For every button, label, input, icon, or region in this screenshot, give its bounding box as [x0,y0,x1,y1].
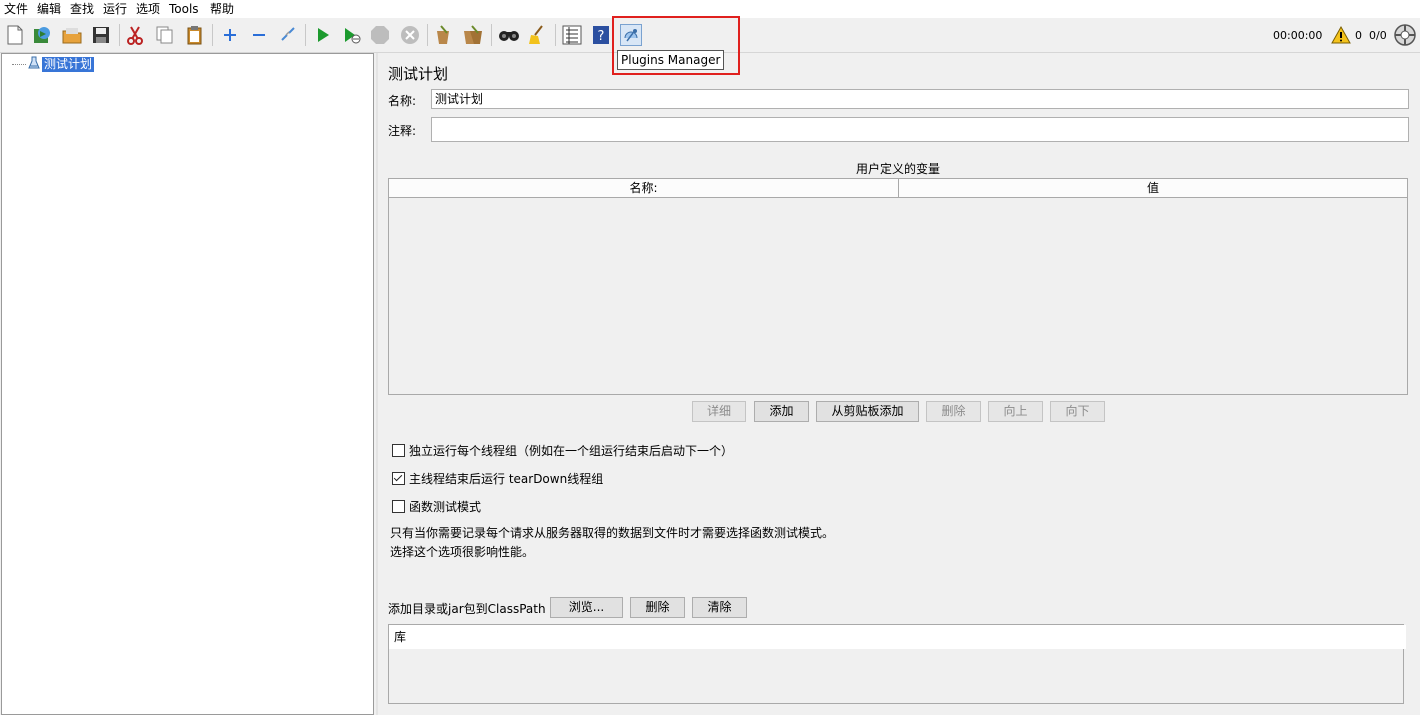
tree-node-test-plan[interactable]: 测试计划 [12,56,95,73]
expand-icon[interactable] [219,24,241,46]
svg-text:?: ? [598,29,605,44]
classpath-delete-button[interactable]: 删除 [630,597,685,618]
delete-variable-button[interactable]: 删除 [926,401,981,422]
add-button[interactable]: 添加 [754,401,809,422]
menu-file[interactable]: 文件 [4,1,28,17]
menu-tools[interactable]: Tools [169,1,199,17]
clear-icon[interactable] [432,24,454,46]
panel-title: 测试计划 [388,65,449,83]
remote-status-icon [1394,24,1416,46]
move-up-button[interactable]: 向上 [988,401,1043,422]
collapse-icon[interactable] [248,24,270,46]
detail-button[interactable]: 详细 [692,401,746,422]
save-icon[interactable] [90,24,112,46]
comment-label: 注释: [388,124,417,138]
start-no-pause-icon[interactable] [341,24,363,46]
test-plan-tree[interactable]: 测试计划 [1,53,374,715]
clear-all-icon[interactable] [462,24,484,46]
reset-search-icon[interactable] [527,24,549,46]
checkbox-box[interactable] [392,444,405,457]
tree-node-label: 测试计划 [42,56,95,72]
menu-search[interactable]: 查找 [70,1,94,17]
search-icon[interactable] [498,24,520,46]
name-label: 名称: [388,94,417,108]
warning-count: 0 [1355,29,1362,42]
library-list[interactable]: 库 [388,624,1406,704]
menu-edit[interactable]: 编辑 [37,1,61,17]
start-icon[interactable] [312,24,334,46]
move-down-button[interactable]: 向下 [1050,401,1105,422]
cut-icon[interactable] [124,24,146,46]
copy-icon[interactable] [154,24,176,46]
checkbox-box[interactable] [392,500,405,513]
open-icon[interactable] [61,24,83,46]
shutdown-icon[interactable] [399,24,421,46]
classpath-label: 添加目录或jar包到ClassPath [388,602,546,616]
functional-mode-label: 函数测试模式 [409,500,482,514]
name-input[interactable]: 测试计划 [431,89,1409,109]
comment-input[interactable] [431,117,1409,142]
menu-help[interactable]: 帮助 [210,1,234,17]
library-header: 库 [389,625,1406,649]
functional-mode-checkbox[interactable]: 函数测试模式 [392,498,481,515]
teardown-label: 主线程结束后运行 tearDown线程组 [409,472,604,486]
menu-options[interactable]: 选项 [136,1,160,17]
plugins-manager-tooltip: Plugins Manager [617,50,725,70]
browse-button[interactable]: 浏览... [550,597,623,618]
run-independent-label: 独立运行每个线程组（例如在一个组运行结束后启动下一个） [409,444,734,458]
teardown-checkbox[interactable]: 主线程结束后运行 tearDown线程组 [392,470,603,487]
warning-icon[interactable] [1330,24,1352,46]
elapsed-timer: 00:00:00 [1273,29,1323,42]
functional-mode-note: 只有当你需要记录每个请求从服务器取得的数据到文件时才需要选择函数测试模式。 [390,526,835,540]
user-variables-title: 用户定义的变量 [855,162,940,176]
new-file-icon[interactable] [4,24,26,46]
splitter[interactable] [376,53,378,715]
flask-icon [28,56,40,73]
function-helper-icon[interactable] [561,24,583,46]
paste-icon[interactable] [184,24,206,46]
stop-icon[interactable] [369,24,391,46]
templates-icon[interactable] [31,24,53,46]
help-icon[interactable]: ? [590,24,612,46]
column-header-value[interactable]: 值 [899,179,1407,198]
add-from-clipboard-button[interactable]: 从剪贴板添加 [816,401,919,422]
run-independent-checkbox[interactable]: 独立运行每个线程组（例如在一个组运行结束后启动下一个） [392,442,733,459]
menu-run[interactable]: 运行 [103,1,127,17]
performance-note: 选择这个选项很影响性能。 [390,545,535,559]
toggle-icon[interactable] [277,24,299,46]
column-header-name[interactable]: 名称: [389,179,899,198]
user-variables-table[interactable]: 名称: 值 [388,178,1408,395]
classpath-clear-button[interactable]: 清除 [692,597,747,618]
checkbox-box-checked[interactable] [392,472,405,485]
thread-count: 0/0 [1369,29,1387,42]
